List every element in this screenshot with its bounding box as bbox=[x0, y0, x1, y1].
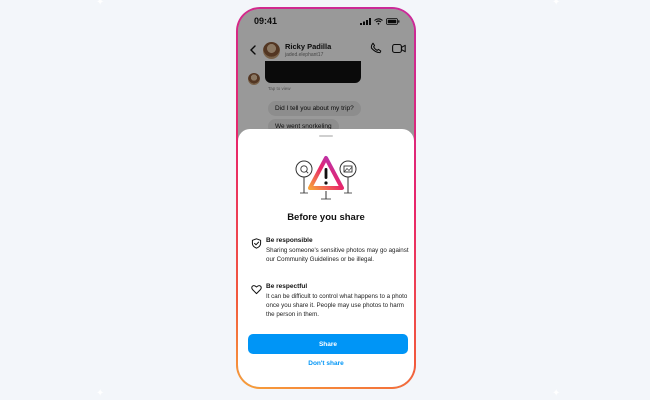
section-heading: Be respectful bbox=[266, 283, 308, 290]
phone-frame: 09:41 Ricky Padilla jaded.elephant17 Tap… bbox=[236, 7, 416, 389]
sparkle-decoration: ✦ bbox=[552, 388, 561, 399]
before-you-share-sheet: Before you share Be responsible Sharing … bbox=[238, 129, 414, 387]
sheet-grabber[interactable] bbox=[319, 135, 333, 137]
section-body: Sharing someone's sensitive photos may g… bbox=[266, 247, 409, 263]
sparkle-decoration: ✦ bbox=[552, 0, 561, 8]
shield-check-icon bbox=[251, 236, 262, 249]
be-respectful-section: Be respectful It can be difficult to con… bbox=[251, 282, 411, 319]
section-text: Be respectful It can be difficult to con… bbox=[266, 282, 411, 319]
heart-icon bbox=[251, 282, 262, 295]
sparkle-decoration: ✦ bbox=[96, 388, 105, 399]
sheet-title: Before you share bbox=[287, 212, 365, 223]
sparkle-decoration: ✦ bbox=[96, 0, 105, 8]
dont-share-button[interactable]: Don't share bbox=[238, 360, 414, 367]
phone-screen: 09:41 Ricky Padilla jaded.elephant17 Tap… bbox=[238, 9, 414, 387]
warning-illustration-icon bbox=[290, 155, 362, 201]
section-body: It can be difficult to control what happ… bbox=[266, 293, 408, 318]
section-heading: Be responsible bbox=[266, 237, 313, 244]
section-text: Be responsible Sharing someone's sensiti… bbox=[266, 236, 411, 264]
be-responsible-section: Be responsible Sharing someone's sensiti… bbox=[251, 236, 411, 264]
share-button[interactable]: Share bbox=[248, 334, 408, 354]
